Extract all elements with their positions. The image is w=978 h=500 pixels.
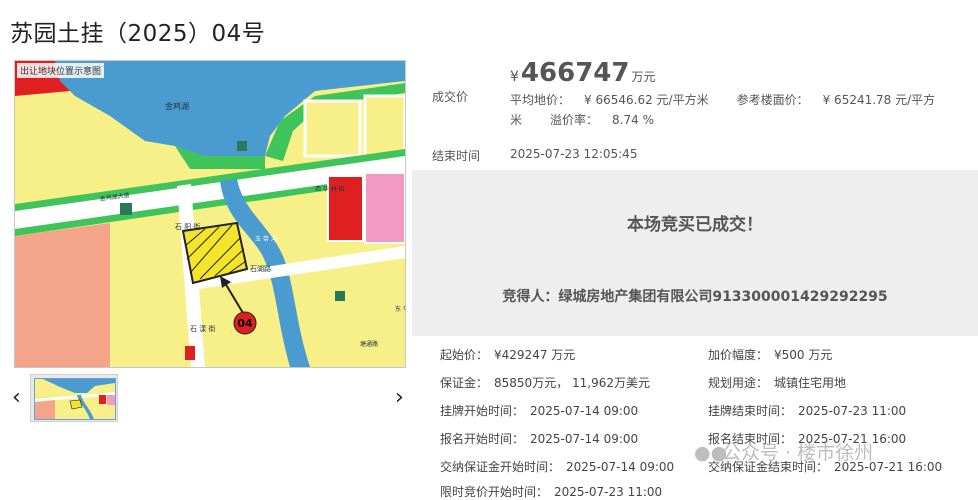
deal-result-panel: 本场竞买已成交！ 竞得人：绿城房地产集团有限公司9133000014292922…	[412, 170, 978, 336]
map-label-canal: 玉 带 河	[255, 235, 277, 243]
map-label-tangtong: 塘通路	[360, 340, 378, 348]
watermark-text: 公众号 · 楼市徐州	[722, 442, 874, 464]
winner-info: 竞得人：绿城房地产集团有限公司913300001429292295	[502, 289, 888, 305]
watermark: ●●公众号 · 楼市徐州	[694, 438, 873, 465]
map-label-lake: 金鸡湖	[165, 101, 189, 111]
listing-start-time: 挂牌开始时间： 2025-07-14 09:00	[440, 404, 639, 418]
deal-price-unit: 万元	[631, 70, 656, 84]
deal-price-label: 成交价	[432, 90, 469, 104]
map-label-shiyang-v2: 石 漾 街	[190, 324, 215, 333]
end-time-value: 2025-07-23 12:05:45	[510, 147, 638, 161]
wechat-icon: ●●	[694, 442, 728, 464]
map-block-ne2	[363, 94, 405, 158]
price-increment: 加价幅度： ¥500 万元	[708, 348, 833, 362]
end-time-label: 结束时间	[432, 149, 481, 163]
map-mark-3	[335, 291, 345, 301]
prev-arrow-icon[interactable]: ‹	[12, 387, 21, 409]
listing-end-time: 挂牌结束时间： 2025-07-23 11:00	[708, 404, 907, 418]
start-price: 起始价： ¥429247 万元	[440, 348, 576, 362]
map-label-shihu: 石湖路	[250, 264, 271, 273]
avg-land-price: 平均地价： ¥ 66546.62 元/平方米	[510, 93, 709, 107]
map-label-xihua2: 东 华 林 街	[395, 305, 405, 313]
map-svg: 04 金鸡湖 金鸡湖大道 石 阳 街 石湖路 石 漾 街 西 华 林 街 东 华…	[15, 61, 405, 367]
deposit-pay-start-time: 交纳保证金开始时间： 2025-07-14 09:00	[440, 460, 675, 474]
next-arrow-icon[interactable]: ›	[395, 387, 404, 409]
planned-usage: 规划用途： 城镇住宅用地	[708, 376, 847, 390]
page-title: 苏园土挂（2025）04号	[10, 21, 266, 47]
map-commercial-pink	[364, 172, 405, 244]
premium-rate: 溢价率： 8.74 %	[550, 113, 654, 127]
map-salmon-area	[15, 223, 110, 367]
map-mark-red	[185, 346, 195, 360]
map-block-ne1	[303, 99, 362, 158]
deal-price-amount: 466747	[520, 58, 630, 88]
deal-price: ¥466747 万元	[510, 58, 655, 88]
map-plot-number: 04	[237, 317, 253, 330]
thumbnail-svg	[35, 379, 115, 419]
map-title-tag: 出让地块位置示意图	[17, 63, 105, 78]
map-thumbnail[interactable]	[30, 374, 118, 422]
price-details: 平均地价： ¥ 66546.62 元/平方米 参考楼面价： ¥ 65241.78 元/…	[510, 90, 970, 130]
plot-location-map[interactable]: 04 金鸡湖 金鸡湖大道 石 阳 街 石湖路 石 漾 街 西 华 林 街 东 华…	[14, 60, 406, 368]
map-label-shiyang-v: 石 阳 街	[175, 222, 200, 231]
deposit: 保证金： 85850万元， 11,962万美元	[440, 376, 650, 390]
map-mark-2	[237, 141, 247, 151]
yen-symbol: ¥	[510, 69, 519, 85]
signup-start-time: 报名开始时间： 2025-07-14 09:00	[440, 432, 639, 446]
map-mark-1	[120, 203, 132, 215]
deal-message: 本场竞买已成交！	[627, 215, 763, 235]
map-label-xihua: 西 华 林 街	[315, 185, 345, 193]
map-thumbnail-image	[34, 378, 116, 420]
